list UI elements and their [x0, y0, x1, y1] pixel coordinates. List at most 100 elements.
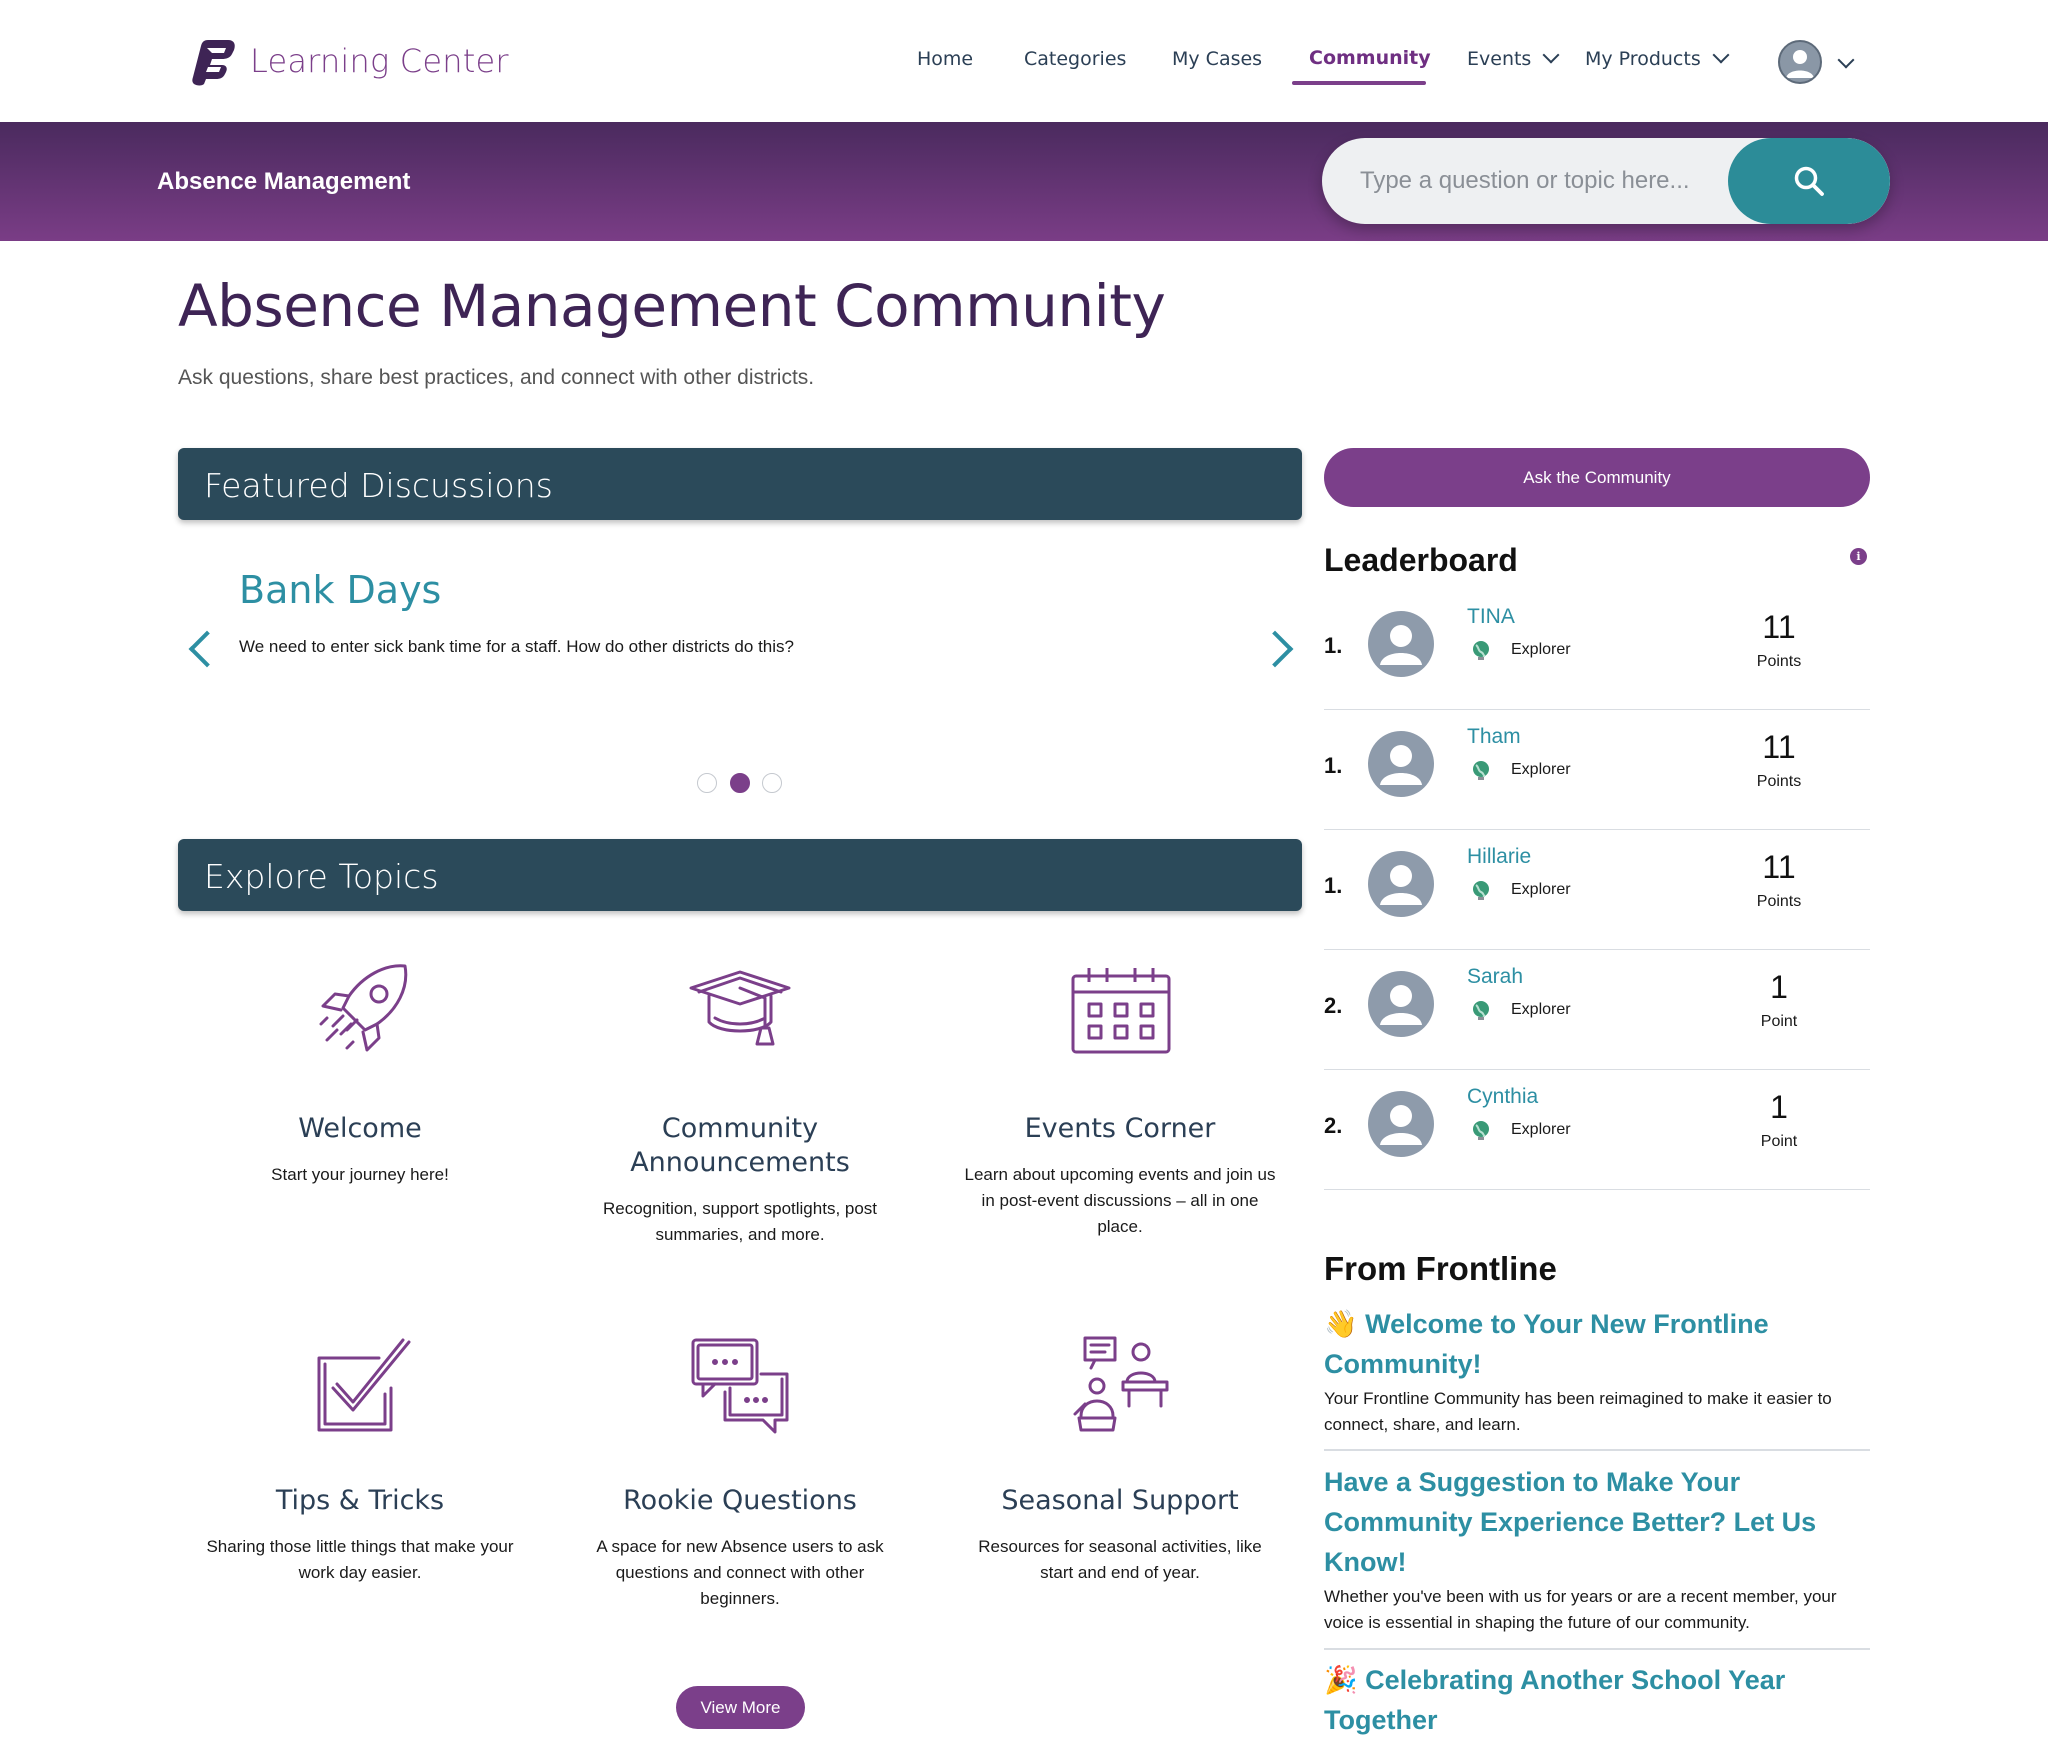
- frontline-article: Have a Suggestion to Make Your Community…: [1324, 1462, 1870, 1636]
- nav-active-indicator: [1292, 81, 1426, 85]
- leaderboard-row: 2. Cynthia Explorer 1 Point: [1324, 1069, 1870, 1190]
- frontline-article-body: Your Frontline Community has been reimag…: [1324, 1389, 1832, 1434]
- leaderboard-points: 11: [1762, 609, 1796, 645]
- globe-badge-icon: [1473, 1121, 1489, 1140]
- carousel-dot-3[interactable]: [762, 773, 782, 793]
- chat-bubbles-icon: [691, 1338, 789, 1434]
- search-bar: [1322, 138, 1890, 224]
- topic-desc: Resources for seasonal activities, like …: [978, 1537, 1262, 1582]
- learning-center-logo-icon[interactable]: [188, 34, 240, 86]
- leaderboard-level: Explorer: [1511, 641, 1571, 658]
- globe-badge-icon: [1473, 761, 1489, 780]
- leaderboard-level: Explorer: [1511, 881, 1571, 898]
- nav-categories[interactable]: Categories: [1024, 48, 1126, 70]
- leaderboard-level: Explorer: [1511, 761, 1571, 778]
- leaderboard-points-label: Points: [1756, 773, 1802, 790]
- leaderboard-points-label: Points: [1756, 653, 1802, 670]
- classroom-icon: [1073, 1336, 1169, 1432]
- explore-topics-heading: Explore Topics: [204, 857, 439, 896]
- waving-hand-icon: 👋: [1324, 1309, 1358, 1339]
- avatar[interactable]: [1368, 971, 1434, 1037]
- search-input[interactable]: [1322, 138, 1732, 224]
- leaderboard-rank: 1.: [1324, 873, 1343, 898]
- top-navigation: Learning Center Home Categories My Cases…: [0, 0, 2048, 122]
- leaderboard-row: 1. TINA Explorer 11 Points: [1324, 589, 1870, 710]
- topic-desc: Learn about upcoming events and join us …: [964, 1165, 1276, 1236]
- frontline-article-title-text: Welcome to Your New Frontline Community!: [1324, 1309, 1769, 1379]
- leaderboard-user-name[interactable]: TINA: [1467, 605, 1515, 629]
- topic-title: Events Corner: [1024, 1113, 1216, 1144]
- featured-discussion-title[interactable]: Bank Days: [239, 568, 441, 612]
- nav-my-cases[interactable]: My Cases: [1172, 48, 1262, 70]
- user-avatar-icon[interactable]: [1778, 40, 1822, 84]
- nav-events-label: Events: [1467, 48, 1532, 70]
- carousel-prev-icon[interactable]: [188, 630, 226, 668]
- carousel-next-icon[interactable]: [1256, 630, 1294, 668]
- leaderboard-rank: 2.: [1324, 1113, 1343, 1138]
- frontline-article: 👋 Welcome to Your New Frontline Communit…: [1324, 1304, 1870, 1438]
- nav-community[interactable]: Community: [1309, 47, 1431, 69]
- page-title: Absence Management Community: [178, 272, 1166, 340]
- topic-desc: Recognition, support spotlights, post su…: [602, 1199, 878, 1244]
- divider: [1324, 1648, 1870, 1650]
- nav-events[interactable]: Events: [1467, 46, 1560, 70]
- leaderboard-user-name[interactable]: Tham: [1467, 725, 1521, 749]
- globe-badge-icon: [1473, 641, 1489, 660]
- nav-home[interactable]: Home: [917, 48, 973, 70]
- leaderboard-user-name[interactable]: Sarah: [1467, 965, 1523, 989]
- from-frontline-title: From Frontline: [1324, 1250, 1557, 1287]
- rocket-icon: [319, 964, 408, 1052]
- leaderboard-points: 1: [1770, 969, 1788, 1005]
- avatar[interactable]: [1368, 611, 1434, 677]
- graduation-cap-icon: [689, 970, 791, 1046]
- featured-discussions-header: Featured Discussions: [178, 448, 1302, 520]
- topic-title: Seasonal Support: [1001, 1485, 1239, 1516]
- frontline-article: 🎉 Celebrating Another School Year Togeth…: [1324, 1660, 1870, 1740]
- carousel-dot-1[interactable]: [697, 773, 717, 793]
- leaderboard-row: 1. Hillarie Explorer 11 Points: [1324, 829, 1870, 950]
- leaderboard-level: Explorer: [1511, 1001, 1571, 1018]
- avatar[interactable]: [1368, 851, 1434, 917]
- nav-my-products[interactable]: My Products: [1585, 46, 1730, 70]
- ask-the-community-button[interactable]: Ask the Community: [1324, 448, 1870, 507]
- view-more-button[interactable]: View More: [676, 1686, 805, 1729]
- topic-title: Welcome: [298, 1113, 422, 1144]
- party-popper-icon: 🎉: [1324, 1665, 1358, 1695]
- leaderboard-title: Leaderboard: [1324, 542, 1518, 578]
- search-icon: [1794, 166, 1824, 196]
- explore-topics-header: Explore Topics: [178, 839, 1302, 911]
- leaderboard-row: 1. Tham Explorer 11 Points: [1324, 709, 1870, 830]
- topic-desc: Start your journey here!: [271, 1165, 449, 1184]
- chevron-down-icon: [1542, 46, 1560, 64]
- leaderboard-rank: 1.: [1324, 753, 1343, 778]
- carousel-dot-2[interactable]: [730, 773, 750, 793]
- featured-discussion-text: We need to enter sick bank time for a st…: [239, 637, 794, 656]
- learning-center-logo-text[interactable]: Learning Center: [250, 42, 509, 80]
- page-subtitle: Ask questions, share best practices, and…: [178, 366, 815, 389]
- topic-title: Tips & Tricks: [275, 1485, 445, 1516]
- leaderboard-points: 11: [1762, 729, 1796, 765]
- leaderboard-row: 2. Sarah Explorer 1 Point: [1324, 949, 1870, 1070]
- user-menu-chevron-icon[interactable]: [1837, 51, 1855, 69]
- leaderboard-rank: 2.: [1324, 993, 1343, 1018]
- checkbox-icon: [317, 1338, 411, 1432]
- globe-badge-icon: [1473, 881, 1489, 900]
- banner-title: Absence Management: [157, 168, 411, 195]
- leaderboard-points-label: Point: [1760, 1013, 1798, 1030]
- info-icon[interactable]: i: [1850, 548, 1867, 565]
- avatar[interactable]: [1368, 731, 1434, 797]
- leaderboard-user-name[interactable]: Cynthia: [1467, 1085, 1538, 1109]
- frontline-article-title[interactable]: Have a Suggestion to Make Your Community…: [1324, 1462, 1870, 1582]
- topic-desc: A space for new Absence users to ask que…: [596, 1537, 884, 1608]
- leaderboard-points-label: Point: [1760, 1133, 1798, 1150]
- topic-desc: Sharing those little things that make yo…: [206, 1537, 514, 1582]
- avatar[interactable]: [1368, 1091, 1434, 1157]
- frontline-article-title[interactable]: 🎉 Celebrating Another School Year Togeth…: [1324, 1660, 1870, 1740]
- topic-title: Community Announcements: [630, 1113, 850, 1178]
- calendar-icon: [1071, 968, 1171, 1054]
- leaderboard-user-name[interactable]: Hillarie: [1467, 845, 1531, 869]
- globe-badge-icon: [1473, 1001, 1489, 1020]
- search-button[interactable]: [1728, 138, 1890, 224]
- frontline-article-title[interactable]: 👋 Welcome to Your New Frontline Communit…: [1324, 1304, 1870, 1384]
- divider: [1324, 1449, 1870, 1451]
